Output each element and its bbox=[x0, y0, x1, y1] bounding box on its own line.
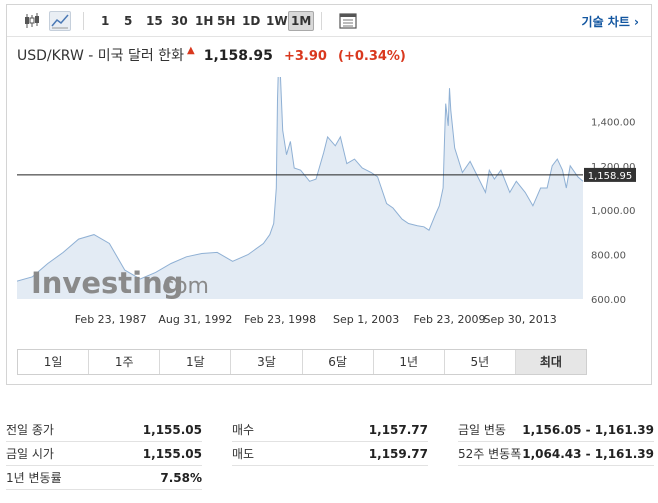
period-1m[interactable]: 1M bbox=[288, 11, 315, 31]
stat-label: 매도 bbox=[232, 447, 255, 461]
x-tick-label: Aug 31, 1992 bbox=[158, 313, 232, 326]
stat-value: 1,064.43 - 1,161.39 bbox=[522, 446, 654, 461]
stat-row: 매수 1,157.77 bbox=[232, 418, 428, 442]
toolbar-divider bbox=[83, 12, 84, 30]
range-button[interactable]: 5년 bbox=[445, 350, 516, 374]
stat-value: 7.58% bbox=[160, 470, 202, 485]
stat-row: 금일 시가 1,155.05 bbox=[6, 442, 202, 466]
stat-label: 매수 bbox=[232, 423, 255, 437]
stat-value: 1,156.05 - 1,161.39 bbox=[522, 422, 654, 437]
price-tag-label: 1,158.95 bbox=[588, 171, 633, 182]
live-indicator-icon: ▲ bbox=[186, 45, 195, 56]
range-button[interactable]: 1달 bbox=[160, 350, 232, 374]
y-tick-label: 1,000.00 bbox=[591, 206, 636, 217]
y-tick-label: 800.00 bbox=[591, 251, 626, 262]
stat-label: 52주 변동폭 bbox=[458, 447, 522, 461]
area-chart-icon[interactable] bbox=[49, 11, 71, 31]
range-button[interactable]: 1년 bbox=[374, 350, 445, 374]
x-tick-label: Sep 1, 2003 bbox=[333, 313, 399, 326]
stat-label: 금일 시가 bbox=[6, 447, 54, 461]
period-5[interactable]: 5 bbox=[122, 11, 134, 31]
price-change: +3.90 bbox=[283, 49, 327, 64]
range-button[interactable]: 1주 bbox=[89, 350, 161, 374]
period-1d[interactable]: 1D bbox=[240, 11, 262, 31]
range-button[interactable]: 최대 bbox=[515, 350, 586, 374]
stat-value: 1,155.05 bbox=[142, 446, 202, 461]
range-selector: 1일 1주 1달 3달 6달 1년 5년 최대 bbox=[17, 349, 587, 375]
stat-value: 1,159.77 bbox=[368, 446, 428, 461]
stat-value: 1,157.77 bbox=[368, 422, 428, 437]
chart-toolbar: 1 5 15 30 1H 5H 1D 1W 1M 기술 차트 › bbox=[7, 5, 651, 37]
period-1w[interactable]: 1W bbox=[264, 11, 290, 31]
stats-column-2: 매수 1,157.77 매도 1,159.77 bbox=[232, 418, 428, 466]
y-tick-label: 600.00 bbox=[591, 295, 626, 306]
range-button[interactable]: 6달 bbox=[303, 350, 374, 374]
period-1h[interactable]: 1H bbox=[193, 11, 215, 31]
chart-panel: 1 5 15 30 1H 5H 1D 1W 1M 기술 차트 › USD/KRW… bbox=[6, 4, 652, 385]
range-button[interactable]: 3달 bbox=[231, 350, 303, 374]
instrument-name: USD/KRW - 미국 달러 한화 bbox=[17, 48, 184, 64]
stat-row: 전일 종가 1,155.05 bbox=[6, 418, 202, 442]
technical-chart-link[interactable]: 기술 차트 › bbox=[582, 13, 639, 30]
stat-row: 금일 변동 1,156.05 - 1,161.39 bbox=[458, 418, 654, 442]
range-button[interactable]: 1일 bbox=[18, 350, 90, 374]
stat-row: 52주 변동폭 1,064.43 - 1,161.39 bbox=[458, 442, 654, 466]
stats-column-3: 금일 변동 1,156.05 - 1,161.39 52주 변동폭 1,064.43 … bbox=[458, 418, 654, 466]
price-chart[interactable]: 1,400.00 1,200.00 1,000.00 800.00 600.00 Inv… bbox=[16, 54, 643, 337]
stat-row: 매도 1,159.77 bbox=[232, 442, 428, 466]
x-tick-label: Feb 23, 1987 bbox=[75, 313, 147, 326]
stat-label: 전일 종가 bbox=[6, 423, 54, 437]
x-tick-label: Feb 23, 2009 bbox=[414, 313, 486, 326]
y-tick-label: 1,400.00 bbox=[591, 117, 636, 128]
stat-value: 1,155.05 bbox=[142, 422, 202, 437]
candlestick-icon[interactable] bbox=[21, 11, 43, 31]
x-tick-label: Feb 23, 1998 bbox=[244, 313, 316, 326]
x-axis: Feb 23, 1987 Aug 31, 1992 Feb 23, 1998 Sep … bbox=[75, 313, 557, 326]
toolbar-divider bbox=[321, 12, 322, 30]
stat-label: 1년 변동률 bbox=[6, 471, 62, 485]
price-change-percent: (+0.34%) bbox=[338, 49, 406, 64]
table-view-icon[interactable] bbox=[337, 11, 359, 31]
stat-label: 금일 변동 bbox=[458, 423, 506, 437]
quote-header: USD/KRW - 미국 달러 한화 ▲ 1,158.95 +3.90 (+0.3… bbox=[17, 45, 406, 67]
period-1[interactable]: 1 bbox=[99, 11, 111, 31]
period-30[interactable]: 30 bbox=[169, 11, 190, 31]
stat-row: 1년 변동률 7.58% bbox=[6, 466, 202, 490]
period-15[interactable]: 15 bbox=[144, 11, 165, 31]
x-tick-label: Sep 30, 2013 bbox=[484, 313, 557, 326]
stats-column-1: 전일 종가 1,155.05 금일 시가 1,155.05 1년 변동률 7.58% bbox=[6, 418, 202, 490]
y-axis: 1,400.001,200.001,000.00800.00600.00 bbox=[591, 117, 636, 306]
period-5h[interactable]: 5H bbox=[215, 11, 237, 31]
last-price: 1,158.95 bbox=[203, 48, 273, 64]
watermark-domain: .com bbox=[155, 274, 209, 299]
